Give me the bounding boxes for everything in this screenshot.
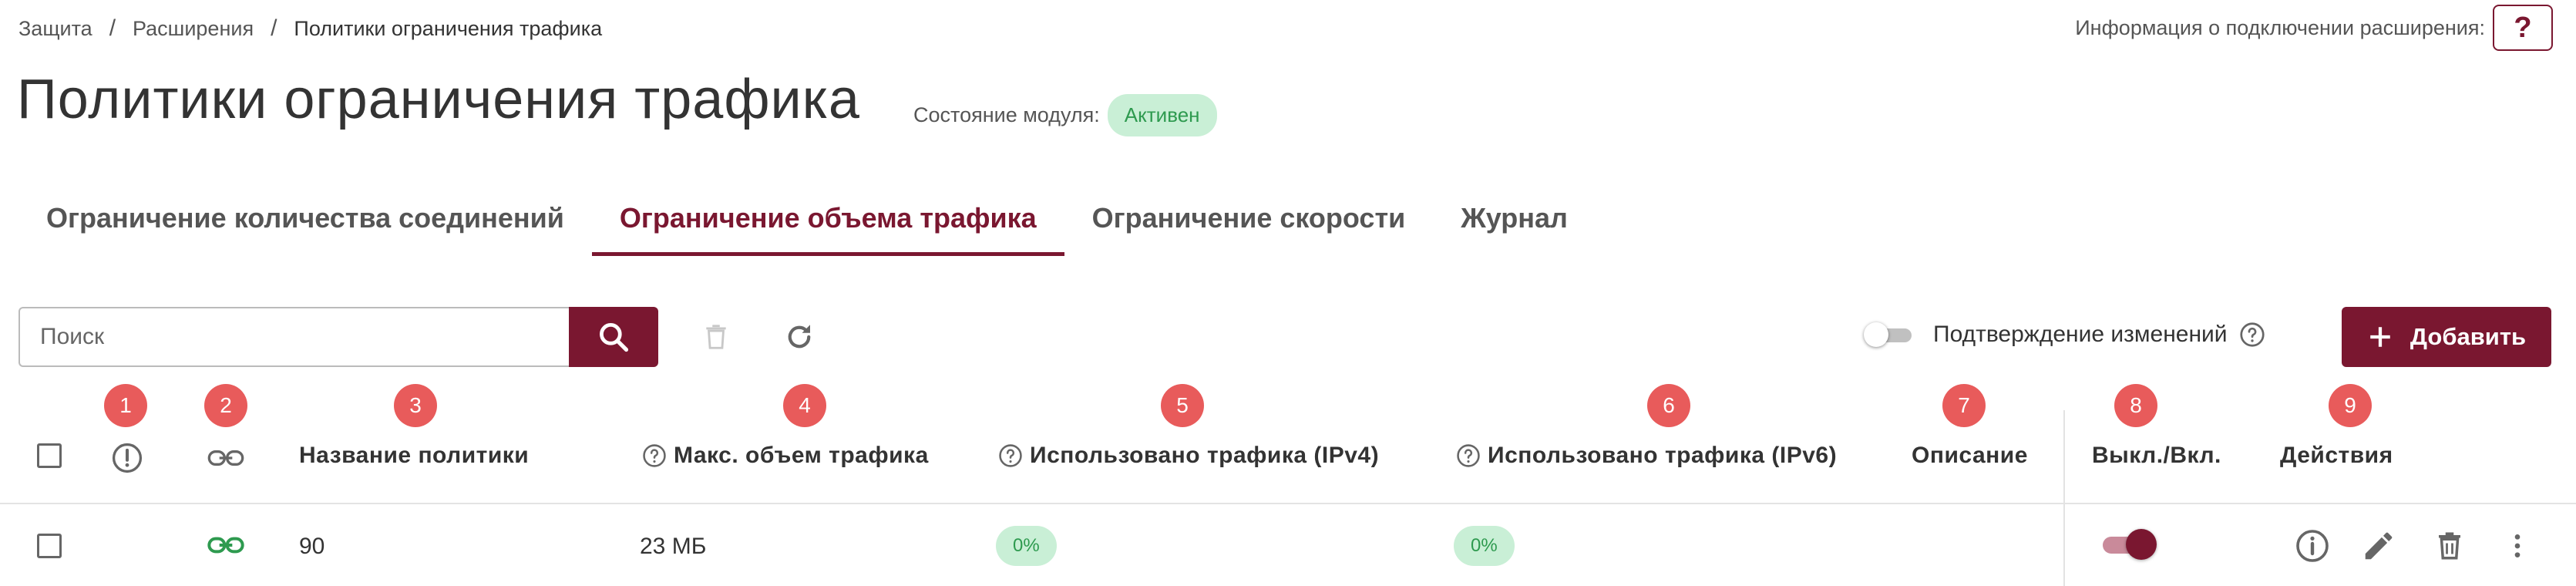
connection-info: Информация о подключении расширения: ? — [2075, 5, 2553, 51]
help-button[interactable]: ? — [2493, 5, 2553, 51]
breadcrumb-item-protection[interactable]: Защита — [18, 17, 92, 41]
more-vertical-icon — [2514, 534, 2521, 557]
breadcrumb-item-current: Политики ограничения трафика — [294, 16, 603, 40]
pencil-icon — [2365, 532, 2393, 560]
row-used-ipv6: 0% — [1454, 526, 1515, 566]
search-bar — [18, 307, 658, 367]
info-icon — [2296, 530, 2329, 562]
edit-button[interactable] — [2359, 526, 2399, 566]
help-circle-icon[interactable] — [2238, 321, 2266, 349]
header-used-ipv4[interactable]: Использовано трафика (IPv4) — [997, 443, 1379, 469]
tab-connection-limit[interactable]: Ограничение количества соединений — [18, 185, 592, 256]
delete-selected-button[interactable] — [697, 318, 735, 356]
search-input[interactable] — [18, 307, 569, 367]
row-used-ipv4: 0% — [996, 526, 1057, 566]
add-button-label: Добавить — [2410, 323, 2527, 350]
status-badge: Активен — [1107, 94, 1217, 136]
row-policy-name: 90 — [299, 534, 325, 559]
search-icon — [600, 323, 629, 352]
delete-button[interactable] — [2430, 526, 2470, 566]
row-checkbox[interactable] — [37, 534, 62, 558]
tab-traffic-volume-limit[interactable]: Ограничение объема трафика — [591, 185, 1064, 256]
alert-icon — [112, 443, 143, 473]
row-max-volume: 23 МБ — [640, 534, 707, 559]
trash-icon — [2439, 532, 2460, 560]
header-max-volume-label: Макс. объем трафика — [674, 443, 929, 468]
more-options-button[interactable] — [2497, 526, 2537, 566]
usage-badge: 0% — [1454, 526, 1515, 566]
select-all-checkbox-cell — [37, 443, 62, 468]
row-link-status — [207, 531, 245, 559]
info-button[interactable] — [2292, 526, 2332, 566]
header-used-ipv6-label: Использовано трафика (IPv6) — [1488, 443, 1838, 468]
search-button[interactable] — [569, 307, 658, 367]
header-toggle: Выкл./Вкл. — [2092, 443, 2221, 468]
page-title: Политики ограничения трафика — [17, 69, 860, 130]
help-circle-icon[interactable] — [997, 443, 1024, 469]
help-circle-icon[interactable] — [641, 443, 668, 469]
header-max-volume[interactable]: Макс. объем трафика — [641, 443, 929, 469]
table-row[interactable]: 90 23 МБ 0% 0% — [0, 506, 2576, 586]
help-circle-icon[interactable] — [1455, 443, 1481, 469]
toggle-knob — [2126, 529, 2157, 560]
header-alert — [110, 441, 144, 475]
enabled-toggle[interactable] — [2103, 529, 2158, 560]
page: Защита / Расширения / Политики ограничен… — [0, 0, 2576, 586]
toggle-knob — [1864, 322, 1888, 347]
link-icon — [207, 537, 244, 554]
link-icon — [207, 450, 244, 466]
confirm-changes-label: Подтверждение изменений — [1933, 322, 2228, 347]
tab-speed-limit[interactable]: Ограничение скорости — [1064, 185, 1434, 256]
header-description[interactable]: Описание — [1912, 443, 2028, 469]
connection-info-label: Информация о подключении расширения: — [2075, 15, 2485, 39]
refresh-icon — [788, 325, 811, 349]
add-button[interactable]: Добавить — [2342, 307, 2551, 367]
header-used-ipv4-label: Использовано трафика (IPv4) — [1030, 443, 1380, 468]
row-enabled-cell — [2103, 529, 2158, 560]
plus-icon — [2370, 327, 2390, 347]
table-header: Название политики Макс. объем трафика Ис… — [0, 410, 2576, 504]
trash-icon — [706, 325, 726, 349]
breadcrumb-separator: / — [109, 15, 116, 41]
breadcrumb: Защита / Расширения / Политики ограничен… — [18, 15, 602, 42]
breadcrumb-separator: / — [271, 15, 277, 41]
breadcrumb-item-extensions[interactable]: Расширения — [133, 17, 254, 41]
header-policy-name[interactable]: Название политики — [299, 443, 529, 469]
usage-badge: 0% — [996, 526, 1057, 566]
tab-bar: Ограничение количества соединений Ограни… — [18, 185, 1596, 256]
confirm-changes: Подтверждение изменений — [1864, 321, 2266, 349]
header-actions: Действия — [2280, 443, 2393, 468]
header-used-ipv6[interactable]: Использовано трафика (IPv6) — [1455, 443, 1837, 469]
select-all-checkbox[interactable] — [37, 443, 62, 468]
confirm-changes-toggle[interactable] — [1864, 322, 1915, 347]
tab-journal[interactable]: Журнал — [1433, 185, 1596, 256]
row-checkbox-cell — [37, 534, 62, 558]
refresh-button[interactable] — [780, 318, 819, 356]
module-status: Состояние модуля: Активен — [913, 94, 1217, 136]
question-icon: ? — [2514, 11, 2532, 44]
header-link — [207, 444, 245, 472]
module-status-label: Состояние модуля: — [913, 103, 1100, 126]
